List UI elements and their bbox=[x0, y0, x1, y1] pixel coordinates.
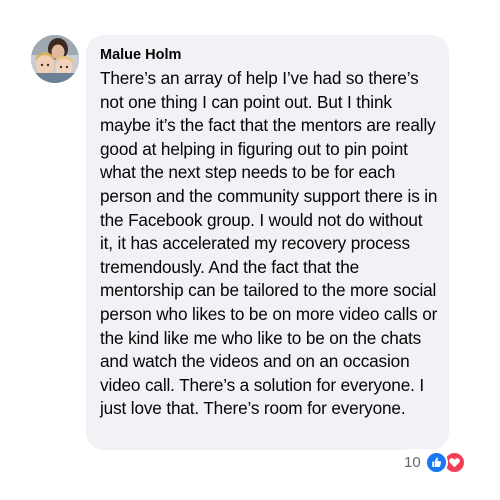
reaction-count: 10 bbox=[404, 453, 421, 471]
comment-author[interactable]: Malue Holm bbox=[100, 46, 439, 64]
comment-page: Malue Holm There’s an array of help I’ve… bbox=[0, 0, 500, 500]
avatar-photo bbox=[31, 35, 79, 83]
comment-text: There’s an array of help I’ve had so the… bbox=[100, 68, 438, 419]
comment-bubble: Malue Holm There’s an array of help I’ve… bbox=[86, 35, 449, 450]
like-icon bbox=[424, 450, 448, 474]
reactions-summary[interactable]: 10 bbox=[398, 449, 469, 475]
avatar[interactable] bbox=[31, 35, 79, 83]
